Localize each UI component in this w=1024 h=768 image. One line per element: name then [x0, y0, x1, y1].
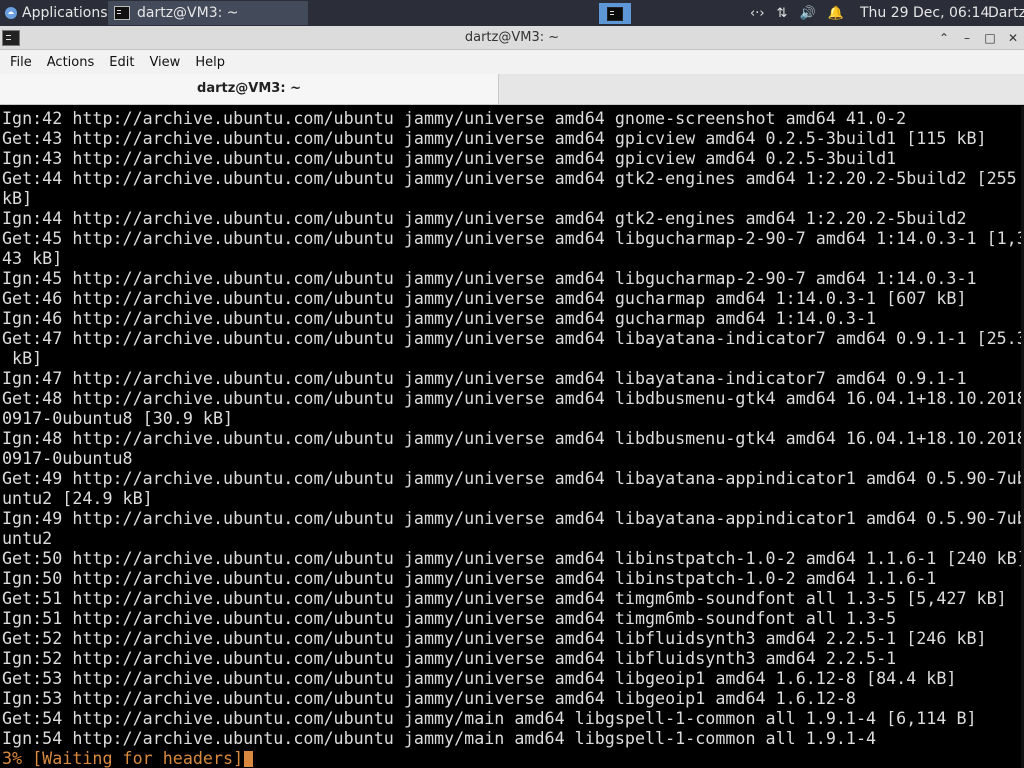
taskbar-item-terminal[interactable]: dartz@VM3: ~: [108, 1, 308, 25]
terminal-icon: [607, 6, 623, 21]
volume-icon[interactable]: 🔊: [799, 6, 815, 21]
menubar: File Actions Edit View Help: [0, 50, 1024, 74]
terminal-line: Ign:46 http://archive.ubuntu.com/ubuntu …: [2, 308, 877, 328]
shade-button[interactable]: ⌃: [935, 29, 953, 47]
terminal-line: 0917-0ubuntu8: [2, 448, 133, 468]
terminal-line: Get:48 http://archive.ubuntu.com/ubuntu …: [2, 388, 1024, 408]
progress-status-line: 3% [Waiting for headers]: [2, 748, 1024, 768]
terminal-line: Get:51 http://archive.ubuntu.com/ubuntu …: [2, 588, 1007, 608]
terminal-line: Get:45 http://archive.ubuntu.com/ubuntu …: [2, 228, 1024, 248]
terminal-line: Get:54 http://archive.ubuntu.com/ubuntu …: [2, 708, 977, 728]
terminal-line: Ign:52 http://archive.ubuntu.com/ubuntu …: [2, 648, 897, 668]
terminal-line: Get:49 http://archive.ubuntu.com/ubuntu …: [2, 468, 1024, 488]
terminal-line: untu2 [24.9 kB]: [2, 488, 153, 508]
terminal-line: Ign:45 http://archive.ubuntu.com/ubuntu …: [2, 268, 977, 288]
tab-bar: dartz@VM3: ~: [0, 74, 1024, 105]
terminal-line: kB]: [2, 188, 33, 208]
terminal-line: 0917-0ubuntu8 [30.9 kB]: [2, 408, 234, 428]
window-titlebar[interactable]: dartz@VM3: ~ ⌃ – □ ✕: [0, 26, 1024, 50]
terminal-line: Ign:53 http://archive.ubuntu.com/ubuntu …: [2, 688, 856, 708]
top-panel: Applications dartz@VM3: ~ ‹·› ⇅ 🔊 🔔 Thu …: [0, 0, 1024, 26]
notification-bell-icon[interactable]: 🔔: [828, 6, 844, 21]
terminal-line: Ign:51 http://archive.ubuntu.com/ubuntu …: [2, 608, 897, 628]
terminal-line: Get:47 http://archive.ubuntu.com/ubuntu …: [2, 328, 1024, 348]
user-menu[interactable]: Dartz: [988, 0, 1024, 26]
terminal-line: Ign:49 http://archive.ubuntu.com/ubuntu …: [2, 508, 1024, 528]
workspace-switcher[interactable]: [599, 3, 631, 24]
maximize-icon[interactable]: □: [981, 29, 999, 47]
menu-help[interactable]: Help: [190, 55, 230, 70]
terminal-line: untu2: [2, 528, 53, 548]
terminal-line: Get:46 http://archive.ubuntu.com/ubuntu …: [2, 288, 967, 308]
terminal-lines: Ign:42 http://archive.ubuntu.com/ubuntu …: [2, 108, 1024, 768]
terminal-line: Ign:44 http://archive.ubuntu.com/ubuntu …: [2, 208, 967, 228]
clock[interactable]: Thu 29 Dec, 06:14: [860, 0, 989, 26]
terminal-line: Ign:42 http://archive.ubuntu.com/ubuntu …: [2, 108, 907, 128]
terminal-line: Ign:47 http://archive.ubuntu.com/ubuntu …: [2, 368, 967, 388]
terminal-line: Get:52 http://archive.ubuntu.com/ubuntu …: [2, 628, 987, 648]
minimize-icon[interactable]: –: [958, 29, 976, 47]
applications-label: Applications: [22, 5, 108, 21]
terminal-line: Ign:54 http://archive.ubuntu.com/ubuntu …: [2, 728, 877, 748]
terminal-line: Get:50 http://archive.ubuntu.com/ubuntu …: [2, 548, 1024, 568]
window-title: dartz@VM3: ~: [464, 30, 560, 45]
terminal-line: kB]: [2, 348, 43, 368]
terminal-line: 43 kB]: [2, 248, 63, 268]
system-tray: ‹·› ⇅ 🔊 🔔: [750, 0, 856, 26]
menu-view[interactable]: View: [144, 55, 185, 70]
terminal-output[interactable]: Ign:42 http://archive.ubuntu.com/ubuntu …: [0, 106, 1024, 768]
progress-status-text: 3% [Waiting for headers]: [2, 748, 244, 768]
terminal-line: Ign:50 http://archive.ubuntu.com/ubuntu …: [2, 568, 937, 588]
terminal-line: Get:43 http://archive.ubuntu.com/ubuntu …: [2, 128, 987, 148]
terminal-icon: [114, 6, 130, 20]
menu-actions[interactable]: Actions: [42, 55, 100, 70]
terminal-line: Ign:43 http://archive.ubuntu.com/ubuntu …: [2, 148, 897, 168]
terminal-line: Get:44 http://archive.ubuntu.com/ubuntu …: [2, 168, 1017, 188]
updown-arrows-icon[interactable]: ⇅: [777, 6, 788, 21]
applications-menu-icon: [5, 7, 17, 19]
menu-file[interactable]: File: [5, 55, 37, 70]
terminal-line: Get:53 http://archive.ubuntu.com/ubuntu …: [2, 668, 957, 688]
network-icon[interactable]: ‹·›: [750, 6, 765, 21]
menu-edit[interactable]: Edit: [104, 55, 139, 70]
taskbar-item-label: dartz@VM3: ~: [137, 5, 239, 21]
close-icon[interactable]: ✕: [1004, 29, 1022, 47]
applications-menu-button[interactable]: Applications: [0, 0, 108, 26]
terminal-line: Ign:48 http://archive.ubuntu.com/ubuntu …: [2, 428, 1024, 448]
terminal-cursor: [244, 751, 254, 767]
tab-terminal[interactable]: dartz@VM3: ~: [0, 74, 499, 104]
